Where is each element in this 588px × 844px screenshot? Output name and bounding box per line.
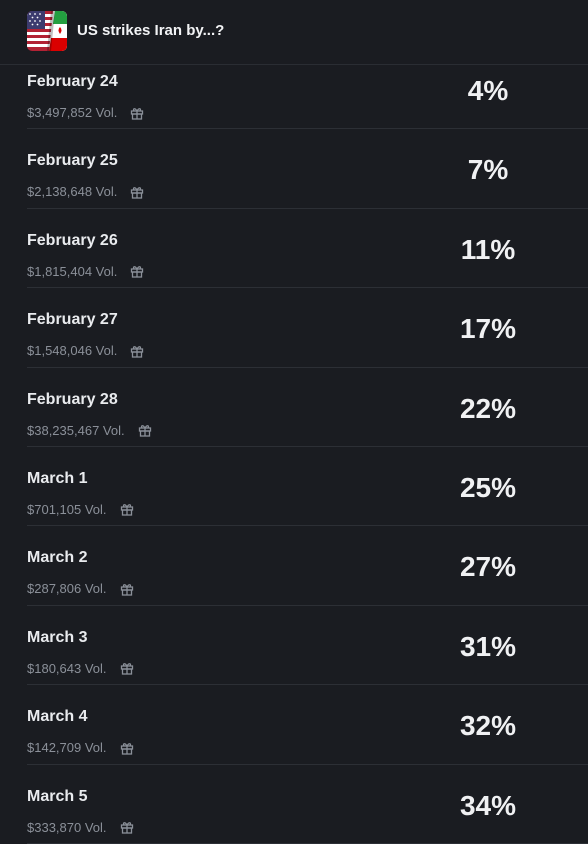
outcome-probability: 32% <box>459 710 517 742</box>
outcome-volume-line: $2,138,648 Vol. <box>27 184 144 199</box>
outcome-date: March 1 <box>27 469 88 487</box>
gift-icon[interactable] <box>120 502 134 517</box>
outcome-probability: 17% <box>459 313 517 345</box>
market-title[interactable]: US strikes Iran by...? <box>77 22 224 39</box>
outcome-volume: $333,870 Vol. <box>27 819 107 835</box>
us-iran-flags-icon[interactable] <box>27 11 67 51</box>
market-header: US strikes Iran by...? <box>0 0 588 65</box>
outcome-row[interactable]: February 25 $2,138,648 Vol. 7% <box>0 129 588 210</box>
outcome-date: March 4 <box>27 708 88 726</box>
outcome-volume: $1,815,404 Vol. <box>27 263 118 279</box>
outcome-probability: 11% <box>460 233 516 265</box>
outcome-volume: $2,138,648 Vol. <box>27 184 118 200</box>
outcome-list: February 24 $3,497,852 Vol. 4% February … <box>0 50 588 844</box>
gift-icon[interactable] <box>130 344 144 358</box>
outcome-volume-line: $180,643 Vol. <box>27 661 134 676</box>
outcome-volume: $142,709 Vol. <box>27 740 107 756</box>
outcome-probability: 25% <box>459 471 517 503</box>
outcome-volume: $287,806 Vol. <box>27 581 107 597</box>
outcome-volume-line: $287,806 Vol. <box>27 581 134 596</box>
outcome-volume: $38,235,467 Vol. <box>27 422 125 438</box>
outcome-volume: $3,497,852 Vol. <box>27 105 118 120</box>
gift-icon[interactable] <box>130 185 144 199</box>
outcome-volume-line: $701,105 Vol. <box>27 502 134 517</box>
outcome-row[interactable]: February 27 $1,548,046 Vol. 17% <box>0 288 588 368</box>
outcome-volume-line: $142,709 Vol. <box>27 740 134 755</box>
gift-icon[interactable] <box>130 264 144 278</box>
outcome-volume: $1,548,046 Vol. <box>27 343 118 359</box>
outcome-volume: $180,643 Vol. <box>27 660 107 676</box>
outcome-row[interactable]: March 4 $142,709 Vol. 32% <box>0 685 588 765</box>
outcome-date: March 3 <box>27 628 88 646</box>
outcome-volume: $701,105 Vol. <box>27 501 107 517</box>
outcome-probability: 4% <box>467 75 509 106</box>
outcome-probability: 34% <box>459 789 517 821</box>
outcome-volume-line: $333,870 Vol. <box>27 820 134 835</box>
outcome-probability: 7% <box>467 154 509 186</box>
outcome-date: March 5 <box>27 787 88 805</box>
outcome-date: February 26 <box>27 231 118 249</box>
outcome-volume-line: $38,235,467 Vol. <box>27 423 152 438</box>
outcome-row[interactable]: March 2 $287,806 Vol. 27% <box>0 526 588 607</box>
gift-icon[interactable] <box>130 106 144 120</box>
gift-icon[interactable] <box>138 423 152 437</box>
outcome-probability: 31% <box>459 630 517 662</box>
gift-icon[interactable] <box>120 741 134 755</box>
outcome-row[interactable]: February 26 $1,815,404 Vol. 11% <box>0 209 588 289</box>
outcome-volume-line: $1,548,046 Vol. <box>27 343 144 358</box>
outcome-volume-line: $3,497,852 Vol. <box>27 105 144 120</box>
outcome-date: February 24 <box>27 73 118 90</box>
outcome-probability: 27% <box>459 551 517 583</box>
outcome-date: February 25 <box>27 152 118 170</box>
outcome-date: February 27 <box>27 311 118 329</box>
outcome-date: March 2 <box>27 549 88 567</box>
outcome-volume-line: $1,815,404 Vol. <box>27 264 144 279</box>
outcome-row[interactable]: February 28 $38,235,467 Vol. 22% <box>0 368 588 448</box>
gift-icon[interactable] <box>120 582 134 596</box>
gift-icon[interactable] <box>120 661 134 675</box>
outcome-date: February 28 <box>27 390 118 408</box>
outcome-row[interactable]: March 1 $701,105 Vol. 25% <box>0 447 588 527</box>
outcome-probability: 22% <box>459 392 517 424</box>
outcome-row[interactable]: March 3 $180,643 Vol. 31% <box>0 606 588 686</box>
